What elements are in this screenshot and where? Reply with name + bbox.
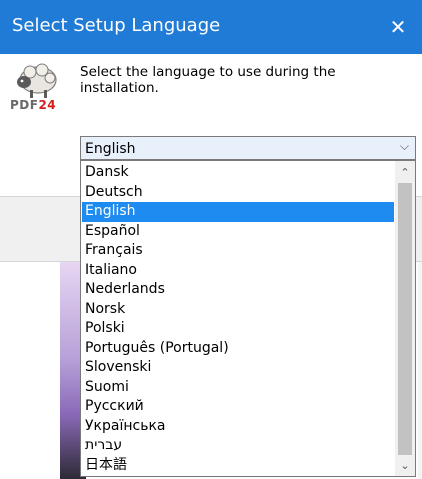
scrollbar[interactable]: ⌃ ⌄ xyxy=(395,161,415,476)
language-select-value: English xyxy=(85,141,136,157)
language-option[interactable]: Русский xyxy=(82,397,394,417)
title-bar: Select Setup Language ✕ xyxy=(0,0,422,54)
language-options: Dansk Deutsch English Español Français Italia… xyxy=(82,163,394,475)
close-icon: ✕ xyxy=(389,15,407,39)
language-option[interactable]: 日本語 xyxy=(82,456,394,476)
chevron-down-icon[interactable]: ⌵ xyxy=(400,139,409,154)
close-button[interactable]: ✕ xyxy=(374,0,422,54)
scroll-up-button[interactable]: ⌃ xyxy=(395,163,415,181)
language-option[interactable]: Українська xyxy=(82,417,394,437)
chevron-down-icon: ⌄ xyxy=(400,458,410,472)
chevron-up-icon: ⌃ xyxy=(400,165,410,179)
language-option[interactable]: Français xyxy=(82,241,394,261)
logo-text: PDF24 xyxy=(10,98,57,112)
sheep-icon xyxy=(17,63,57,98)
language-option[interactable]: Nederlands xyxy=(82,280,394,300)
language-option[interactable]: Norsk xyxy=(82,300,394,320)
background-edge xyxy=(418,262,422,479)
instruction-text: Select the language to use during the in… xyxy=(80,64,336,96)
language-option[interactable]: Español xyxy=(82,222,394,242)
language-option[interactable]: Italiano xyxy=(82,261,394,281)
language-option[interactable]: עברית xyxy=(82,436,394,456)
language-dropdown-list[interactable]: Dansk Deutsch English Español Français Italia… xyxy=(80,160,416,477)
language-option[interactable]: Slovenski xyxy=(82,358,394,378)
language-option[interactable]: Suomi xyxy=(82,378,394,398)
language-option[interactable]: Dansk xyxy=(82,163,394,183)
language-select[interactable]: English ⌵ xyxy=(80,136,416,160)
language-option[interactable]: Deutsch xyxy=(82,183,394,203)
language-option[interactable]: Português (Portugal) xyxy=(82,339,394,359)
language-option[interactable]: English xyxy=(82,202,394,222)
language-option[interactable]: Polski xyxy=(82,319,394,339)
scroll-down-button[interactable]: ⌄ xyxy=(395,456,415,474)
scrollbar-thumb[interactable] xyxy=(398,183,412,455)
window-title: Select Setup Language xyxy=(12,15,221,36)
